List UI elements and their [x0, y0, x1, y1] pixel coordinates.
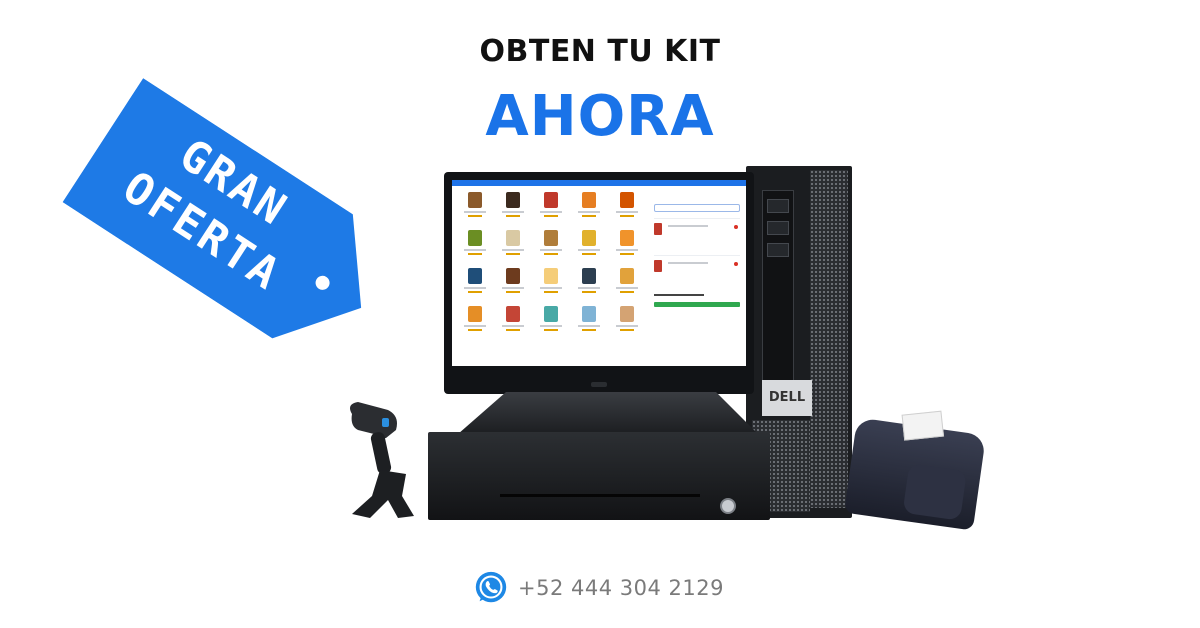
pos-kit-illustration: DELL	[340, 160, 1000, 531]
tower-drive-bays	[762, 190, 794, 392]
phone-number[interactable]: +52 444 304 2129	[518, 576, 724, 600]
monitor	[444, 172, 754, 394]
cash-drawer-top	[458, 392, 758, 434]
contact-row: +52 444 304 2129	[472, 568, 724, 608]
receipt-paper	[901, 410, 945, 441]
headline-top: OBTEN TU KIT	[479, 34, 721, 69]
cash-drawer	[428, 432, 770, 520]
whatsapp-icon[interactable]	[472, 569, 510, 607]
receipt-printer	[843, 410, 987, 531]
barcode-scanner	[350, 402, 414, 518]
cart-panel	[654, 190, 740, 307]
tower-mesh	[810, 170, 848, 508]
drawer-lock-icon	[720, 498, 736, 514]
tower-brand-badge: DELL	[762, 380, 812, 416]
pos-screen	[452, 180, 746, 366]
product-grid	[458, 192, 644, 338]
